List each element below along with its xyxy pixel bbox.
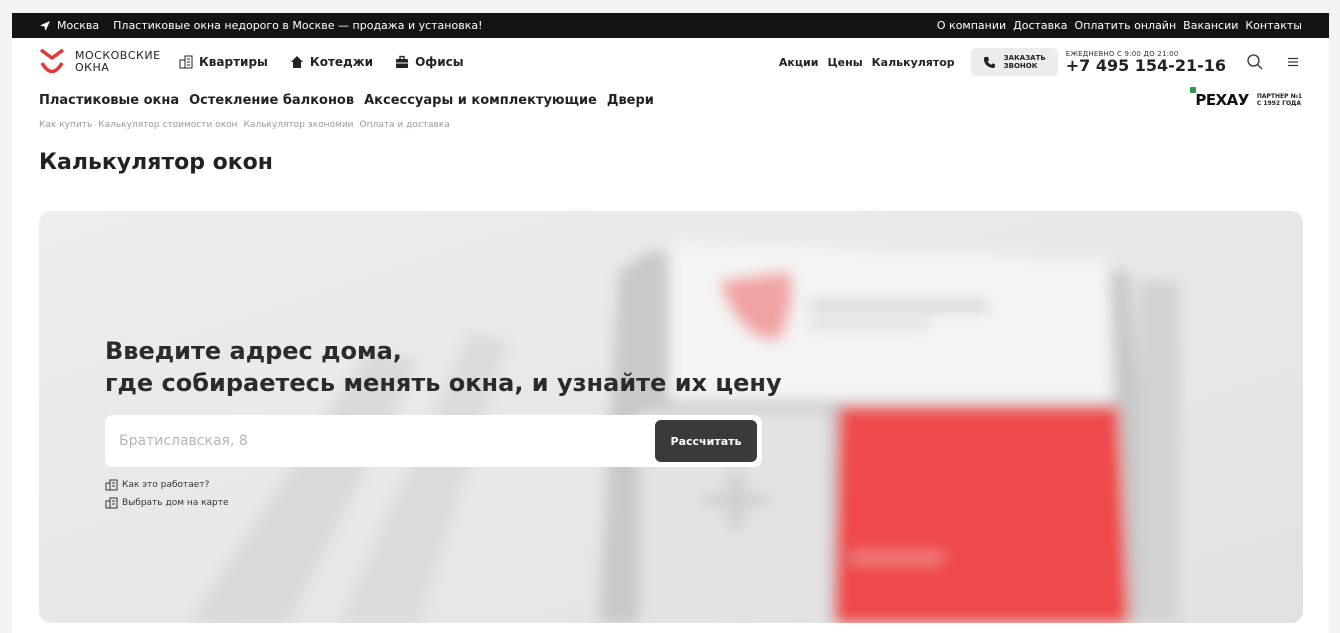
briefcase-icon: [396, 55, 409, 68]
phone-block: ЕЖЕДНЕВНО С 9:00 ДО 21:00 +7 495 154-21-…: [1066, 50, 1226, 74]
top-link-pay-online[interactable]: Оплатить онлайн: [1075, 19, 1177, 32]
partner-text-line1: Партнер №1: [1256, 93, 1302, 100]
partner-logo: РЕХАУ: [1190, 87, 1249, 109]
hero-links: Как это работает? Выбрать дом на карте: [105, 479, 782, 509]
choose-on-map-link[interactable]: Выбрать дом на карте: [105, 497, 782, 509]
breadcrumb: Как купить Калькулятор стоимости окон Ка…: [12, 114, 1329, 134]
callback-label-line2: звонок: [1003, 62, 1038, 70]
nav-calculator[interactable]: Калькулятор: [872, 56, 955, 69]
logo-mark-icon: [39, 48, 65, 74]
callback-label-line1: Заказать: [1003, 54, 1046, 62]
phone-icon: [983, 56, 995, 68]
logo-text-line2: Окна: [75, 61, 110, 74]
breadcrumb-savings-calculator[interactable]: Калькулятор экономии: [244, 120, 354, 134]
address-search-box: Рассчитать: [105, 415, 762, 467]
menu-icon[interactable]: [1284, 53, 1302, 71]
product-nav-doors[interactable]: Двери: [607, 93, 654, 108]
page: Москва Пластиковые окна недорого в Москв…: [12, 13, 1329, 633]
choose-on-map-label: Выбрать дом на карте: [122, 498, 229, 508]
calculate-button[interactable]: Рассчитать: [655, 420, 757, 462]
product-nav: Пластиковые окна Остекление балконов Акс…: [12, 86, 1329, 114]
partner-text-line2: с 1992 года: [1256, 100, 1302, 107]
header: Московские Окна Квартиры Котеджи Офисы А…: [12, 38, 1329, 86]
promo-text: Пластиковые окна недорого в Москве — про…: [113, 19, 483, 32]
category-label: Котеджи: [309, 55, 374, 69]
building-icon: [179, 55, 193, 69]
hero-heading-line2: где собираетесь менять окна, и узнайте и…: [105, 369, 782, 397]
top-link-vacancies[interactable]: Вакансии: [1183, 19, 1238, 32]
breadcrumb-payment-delivery[interactable]: Оплата и доставка: [360, 120, 450, 134]
city-selector[interactable]: Москва: [39, 19, 99, 32]
product-nav-accessories[interactable]: Аксессуары и комплектующие: [364, 93, 597, 108]
top-link-delivery[interactable]: Доставка: [1013, 19, 1067, 32]
breadcrumb-cost-calculator[interactable]: Калькулятор стоимости окон: [98, 120, 237, 134]
logo[interactable]: Московские Окна: [39, 47, 179, 77]
building-icon: [105, 497, 118, 509]
top-links: О компании Доставка Оплатить онлайн Вака…: [937, 19, 1302, 32]
header-nav: Акции Цены Калькулятор: [779, 56, 955, 69]
category-label: Квартиры: [199, 55, 268, 69]
address-input[interactable]: [119, 433, 655, 449]
how-it-works-link[interactable]: Как это работает?: [105, 479, 782, 491]
breadcrumb-how-to-buy[interactable]: Как купить: [39, 120, 92, 134]
house-icon: [290, 56, 303, 68]
category-nav: Квартиры Котеджи Офисы: [179, 55, 464, 69]
location-arrow-icon: [40, 20, 50, 31]
how-it-works-label: Как это работает?: [122, 480, 210, 490]
building-icon: [105, 479, 118, 491]
product-nav-balconies[interactable]: Остекление балконов: [189, 93, 354, 108]
category-label: Офисы: [415, 55, 464, 69]
partner-badge: РЕХАУ Партнер №1 с 1992 года: [1190, 87, 1302, 109]
city-name: Москва: [57, 19, 100, 32]
search-icon[interactable]: [1246, 53, 1264, 71]
phone-number[interactable]: +7 495 154-21-16: [1066, 58, 1226, 74]
hero-banner: Введите адрес дома, где собираетесь меня…: [39, 211, 1303, 623]
hero-heading: Введите адрес дома, где собираетесь меня…: [105, 335, 782, 399]
top-link-contacts[interactable]: Контакты: [1245, 19, 1302, 32]
top-link-about[interactable]: О компании: [937, 19, 1006, 32]
top-bar: Москва Пластиковые окна недорого в Москв…: [12, 13, 1329, 38]
nav-promotions[interactable]: Акции: [779, 56, 819, 69]
hero-heading-line1: Введите адрес дома,: [105, 337, 402, 365]
callback-button[interactable]: Заказать звонок: [970, 48, 1058, 76]
header-right: Акции Цены Калькулятор Заказать звонок Е…: [779, 48, 1302, 76]
page-title: Калькулятор окон: [39, 150, 273, 175]
category-cottages[interactable]: Котеджи: [290, 55, 373, 69]
product-nav-windows[interactable]: Пластиковые окна: [39, 93, 179, 108]
nav-prices[interactable]: Цены: [827, 56, 862, 69]
category-offices[interactable]: Офисы: [395, 55, 464, 69]
hero-content: Введите адрес дома, где собираетесь меня…: [105, 335, 782, 509]
category-apartments[interactable]: Квартиры: [179, 55, 268, 69]
